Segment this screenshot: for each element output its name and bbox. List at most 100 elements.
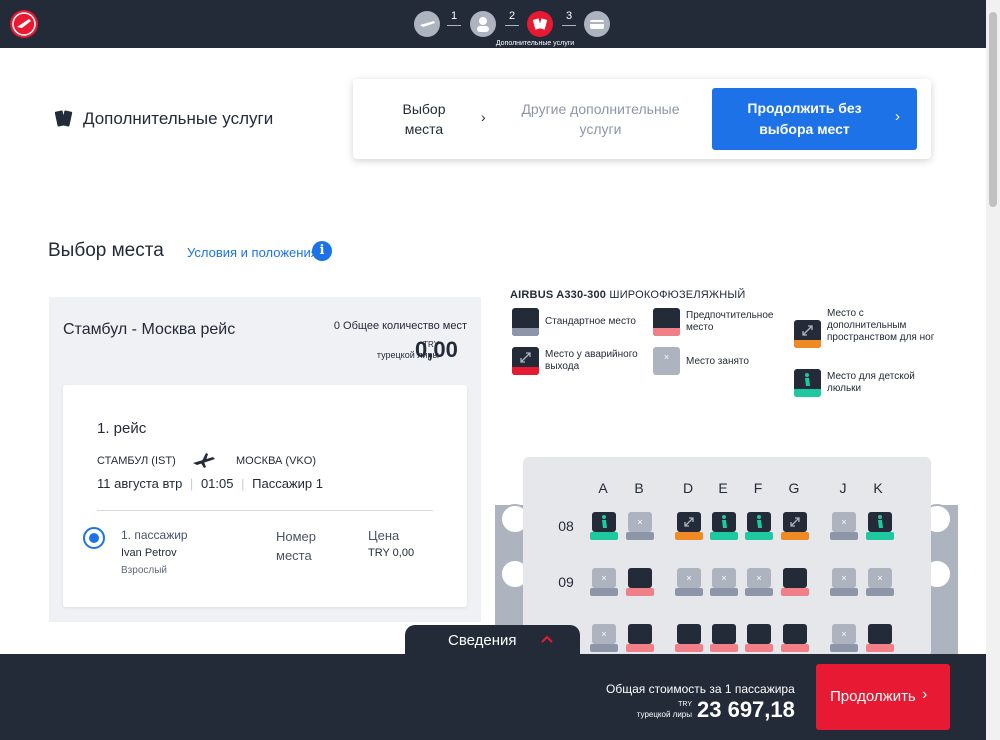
occupied-seat[interactable]: × (590, 566, 618, 596)
continue-label: Продолжить (830, 688, 916, 705)
divider (97, 510, 433, 511)
occupied-icon: × (756, 573, 762, 583)
turkish-airlines-logo-icon[interactable] (10, 10, 38, 38)
extra-legroom-seat[interactable] (675, 510, 703, 540)
chevron-right-icon: › (481, 109, 486, 125)
extras-title: Дополнительные услуги (83, 109, 274, 128)
seat-base (710, 644, 738, 652)
occupied-seat[interactable]: × (745, 566, 773, 596)
seat-back (783, 568, 807, 588)
occupied-seat[interactable]: × (830, 510, 858, 540)
seat-selection-title: Выбор места (48, 240, 164, 261)
occupied-icon: × (841, 629, 847, 639)
passenger-step-icon[interactable] (470, 11, 496, 37)
seat-base (745, 588, 773, 596)
payment-step-icon[interactable] (584, 11, 610, 37)
extras-step-icon[interactable] (527, 11, 553, 37)
step-connector (562, 25, 576, 26)
preferred-seat[interactable] (781, 622, 809, 652)
extra-legroom-seat[interactable] (781, 510, 809, 540)
extras-icon (54, 108, 74, 130)
occupied-seat[interactable]: × (866, 566, 894, 596)
bassinet-seat[interactable] (590, 510, 618, 540)
column-label: G (788, 480, 800, 496)
separator: | (241, 476, 245, 491)
passenger-name: Ivan Petrov (121, 547, 177, 559)
occupied-seat[interactable]: × (830, 622, 858, 652)
seat-base (675, 588, 703, 596)
scrollbar-thumb[interactable] (989, 12, 997, 207)
flight-summary-panel: Стамбул - Москва рейс 0 Общее количество… (49, 297, 481, 622)
legend-bassinet-seat-icon (794, 369, 821, 397)
preferred-seat[interactable] (626, 622, 654, 652)
preferred-seat[interactable] (866, 622, 894, 652)
column-label: D (682, 480, 694, 496)
legend-occupied-seat-icon: × (653, 347, 680, 375)
seat-base (781, 532, 809, 540)
preferred-seat[interactable] (626, 566, 654, 596)
nav-seat-selection[interactable]: Выбор места (399, 99, 449, 139)
route-title: Стамбул - Москва рейс (63, 321, 236, 338)
extras-nav-card: Выбор места › Другие дополнительные услу… (353, 79, 931, 159)
step-number-3: 3 (565, 10, 573, 22)
legroom-icon (684, 517, 694, 527)
seat-base (781, 644, 809, 652)
occupied-icon: × (637, 517, 643, 527)
total-currency-code: TRY (678, 701, 692, 708)
seat-base (626, 532, 654, 540)
column-label: B (634, 480, 644, 496)
step-number-1: 1 (450, 10, 458, 22)
seat-base (675, 644, 703, 652)
occupied-seat[interactable]: × (675, 566, 703, 596)
bassinet-seat[interactable] (866, 510, 894, 540)
chevron-right-icon: › (922, 686, 928, 703)
terms-link[interactable]: Условия и положения (187, 245, 318, 260)
continue-without-seat-label: Продолжить без выбора мест (747, 100, 862, 137)
seat-base (781, 588, 809, 596)
bassinet-icon (878, 515, 883, 528)
preferred-seat[interactable] (745, 622, 773, 652)
bassinet-seat[interactable] (745, 510, 773, 540)
occupied-seat[interactable]: × (710, 566, 738, 596)
seat-base (866, 644, 894, 652)
row-label: 08 (558, 518, 574, 534)
legend-label: Место с дополнительным пространством для… (827, 308, 935, 343)
step-connector (505, 25, 519, 26)
seat-back (628, 568, 652, 588)
occupied-icon: × (841, 517, 847, 527)
occupied-icon: × (686, 573, 692, 583)
active-step-label: Дополнительные услуги (495, 40, 575, 47)
continue-without-seat-button[interactable]: Продолжить без выбора мест › (712, 88, 917, 150)
info-icon[interactable]: i (312, 241, 332, 261)
legend-standard-seat-icon (512, 308, 539, 336)
occupied-seat[interactable]: × (830, 566, 858, 596)
nav-other-extras[interactable]: Другие дополнительные услуги (513, 99, 688, 139)
seat-base (590, 588, 618, 596)
occupied-icon: × (841, 573, 847, 583)
total-price: 23 697,18 (697, 697, 795, 722)
column-label: K (873, 480, 883, 496)
preferred-seat[interactable] (781, 566, 809, 596)
chevron-up-icon[interactable] (540, 632, 554, 647)
column-label: F (753, 480, 763, 496)
passenger-short: Пассажир 1 (252, 476, 323, 491)
preferred-seat[interactable] (710, 622, 738, 652)
legend-label: Место для детской люльки (827, 371, 915, 394)
destination-airport: МОСКВА (VKO) (236, 455, 316, 467)
seat-base (590, 644, 618, 652)
flight-step-icon[interactable] (414, 11, 440, 37)
total-label: Общая стоимость за 1 пассажира (606, 682, 795, 696)
occupied-icon: × (721, 573, 727, 583)
price-label: Цена (368, 528, 400, 543)
continue-button[interactable]: Продолжить › (816, 664, 950, 730)
seat-base (745, 532, 773, 540)
seat-base (710, 588, 738, 596)
passenger-radio[interactable] (83, 527, 105, 549)
bassinet-seat[interactable] (710, 510, 738, 540)
preferred-seat[interactable] (675, 622, 703, 652)
occupied-seat[interactable]: × (626, 510, 654, 540)
aircraft-model: AIRBUS A330-300 (510, 289, 607, 301)
bassinet-icon (722, 515, 727, 528)
legend-label: Стандартное место (545, 316, 636, 327)
occupied-seat[interactable]: × (590, 622, 618, 652)
